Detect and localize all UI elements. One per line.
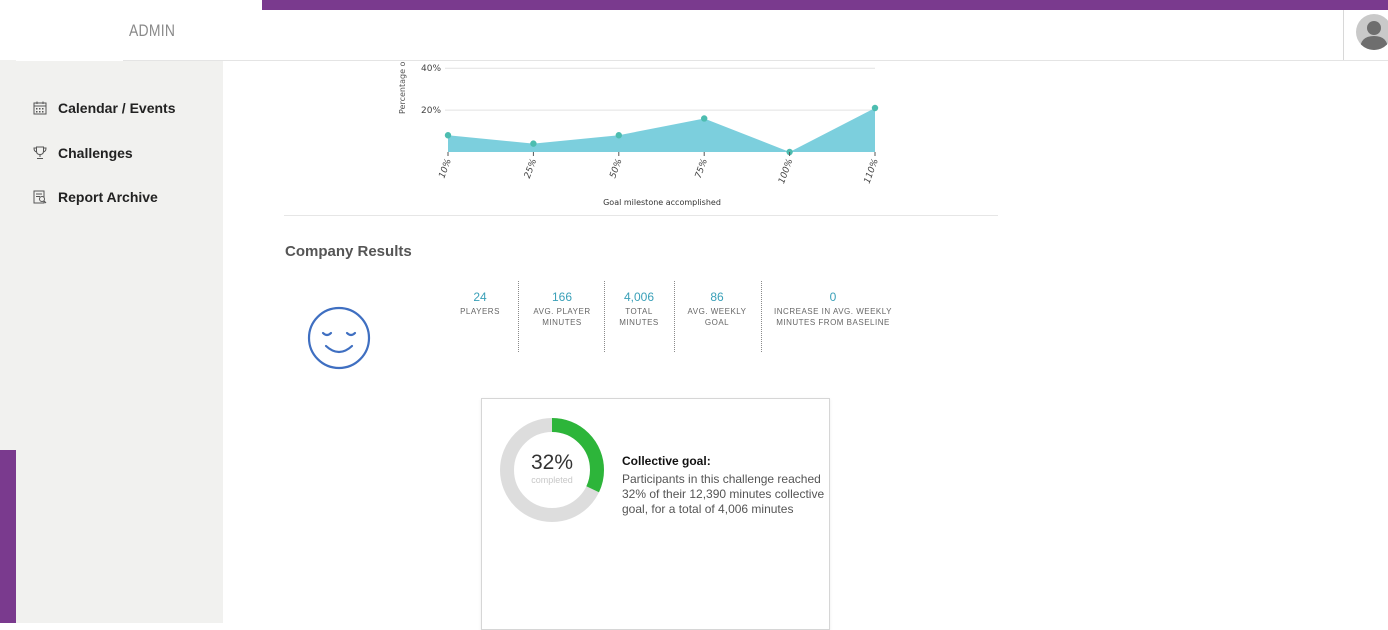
collective-goal-text: Participants in this challenge reached 3… [622, 472, 825, 516]
data-point [530, 140, 537, 147]
y-axis-label: Percentage o [398, 61, 407, 114]
stat-label: AVG. PLAYER MINUTES [533, 307, 591, 327]
stat-label: AVG. WEEKLY GOAL [687, 307, 747, 327]
x-tick-label: 10% [438, 158, 454, 180]
left-accent-bar [0, 450, 16, 623]
milestone-area-chart: 20% 40% 10% 25% 50% 75% 100% 110% Percentage o… [398, 61, 881, 207]
sidebar-item-challenges[interactable]: Challenges [33, 145, 133, 161]
sidebar-item-calendar-events[interactable]: Calendar / Events [33, 100, 176, 116]
collective-goal-card: 32% completed Collective goal: Participa… [481, 398, 830, 630]
x-tick-label: 50% [608, 158, 624, 180]
x-axis-label: Goal milestone accomplished [603, 198, 721, 207]
stat-separator [518, 281, 519, 352]
admin-title: ADMIN [129, 21, 176, 40]
sidebar-item-report-archive[interactable]: Report Archive [33, 189, 158, 205]
user-avatar[interactable] [1356, 14, 1388, 50]
user-icon [1360, 21, 1388, 50]
top-accent-bar [262, 0, 1388, 10]
sidebar-item-label: Challenges [58, 145, 133, 161]
sidebar-item-label: Report Archive [58, 189, 158, 205]
x-tick-label: 100% [777, 158, 795, 186]
stat-value: 166 [551, 290, 573, 304]
stat-players: 24 PLAYERS [448, 290, 512, 317]
top-header [16, 10, 1388, 61]
calendar-icon [33, 101, 47, 115]
stat-value: 24 [473, 290, 487, 304]
stat-separator [604, 281, 605, 352]
left-gutter [0, 60, 16, 450]
stat-total-minutes: 4,006 TOTAL MINUTES [612, 290, 666, 328]
stat-value: 86 [710, 290, 724, 304]
section-divider [284, 215, 998, 216]
header-divider [1343, 10, 1344, 60]
y-tick-label: 20% [421, 106, 441, 116]
data-point [444, 132, 452, 139]
goal-completed-label: completed [531, 475, 573, 485]
stat-avg-player-minutes: 166 AVG. PLAYER MINUTES [528, 290, 596, 328]
stat-separator [674, 281, 675, 352]
x-tick-label: 110% [863, 158, 881, 186]
x-tick-label: 25% [523, 158, 539, 180]
stat-increase-weekly-minutes: 0 INCREASE IN AVG. WEEKLY MINUTES FROM B… [770, 290, 896, 328]
stat-label: TOTAL MINUTES [619, 307, 659, 327]
stat-avg-weekly-goal: 86 AVG. WEEKLY GOAL [682, 290, 752, 328]
report-icon [33, 190, 47, 204]
company-results-title: Company Results [285, 243, 412, 260]
stat-value: 4,006 [623, 290, 655, 304]
data-point [615, 132, 622, 139]
data-point [871, 104, 879, 112]
data-point [701, 115, 708, 122]
y-tick-label: 40% [421, 64, 441, 74]
sidebar: Calendar / Events Challenges Report Arch… [16, 61, 223, 623]
logo-area [16, 0, 123, 66]
smiley-face-icon [307, 306, 371, 370]
area-series [448, 108, 875, 152]
sidebar-item-label: Calendar / Events [58, 100, 176, 116]
stat-label: PLAYERS [460, 307, 500, 316]
stat-separator [761, 281, 762, 352]
stat-value: 0 [829, 290, 837, 304]
collective-goal-title: Collective goal: [622, 454, 711, 468]
goal-percent: 32% [530, 451, 574, 474]
stat-label: INCREASE IN AVG. WEEKLY MINUTES FROM BAS… [774, 307, 892, 327]
x-tick-label: 75% [694, 158, 710, 180]
trophy-icon [33, 146, 47, 159]
